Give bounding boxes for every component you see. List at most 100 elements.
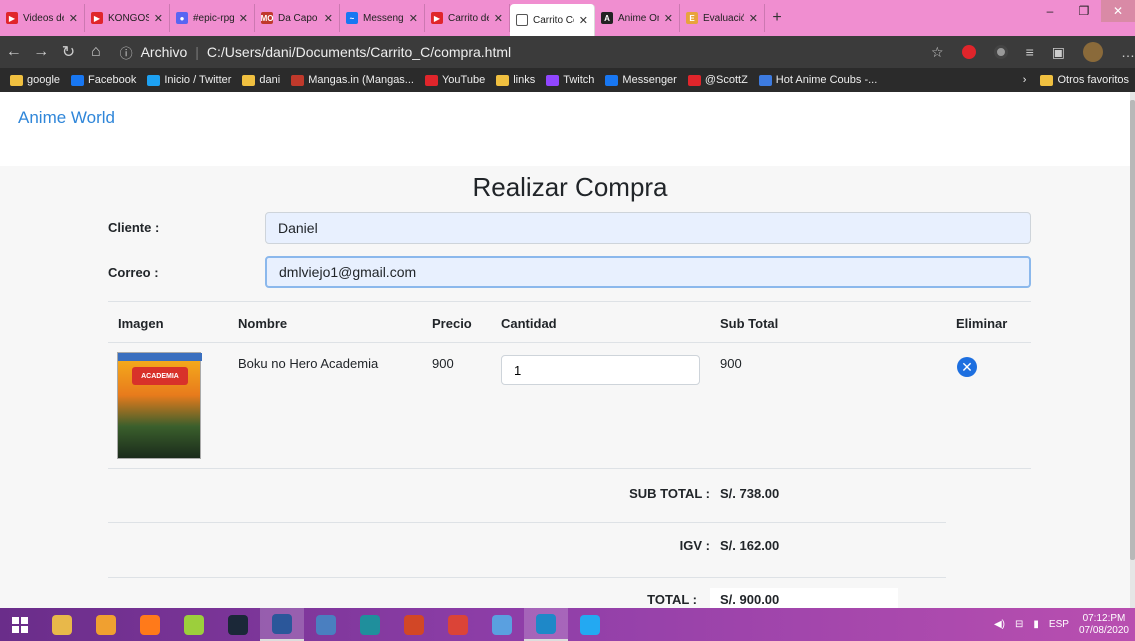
tab-close-icon[interactable]: ✕: [324, 12, 333, 25]
minimize-button[interactable]: –: [1033, 0, 1067, 22]
close-window-button[interactable]: ✕: [1101, 0, 1135, 22]
tab-close-icon[interactable]: ✕: [664, 12, 673, 25]
product-image: ACADEMIA: [117, 352, 202, 459]
rockstar-icon: [96, 614, 116, 635]
quantity-input[interactable]: 1: [501, 355, 700, 385]
bookmark-item[interactable]: links: [496, 74, 535, 86]
browser-tab[interactable]: ● #epic-rpg ✕: [170, 4, 255, 32]
tab-label: Evaluación: [703, 12, 744, 24]
browser-tab[interactable]: MO Da Capo Su ✕: [255, 4, 340, 32]
home-icon[interactable]: ⌂: [82, 43, 109, 61]
android-icon: [184, 614, 204, 635]
igv-value: S/. 162.00: [720, 538, 780, 553]
bookmark-label: Twitch: [563, 74, 595, 86]
browser-tab[interactable]: ~ Messenger ✕: [340, 4, 425, 32]
bookmark-favicon-icon: [687, 74, 701, 86]
tab-close-icon[interactable]: ✕: [409, 12, 418, 25]
tab-close-icon[interactable]: ✕: [239, 12, 248, 25]
taskbar-app-word[interactable]: [260, 608, 304, 641]
browser-tab[interactable]: A Anime Onlin ✕: [595, 4, 680, 32]
tab-strip: ▶ Videos del c ✕ ▶ KONGOS - C ✕ ● #epic-rpg ✕ MO D…: [0, 0, 1135, 36]
navbar-brand[interactable]: Anime World: [18, 108, 115, 128]
browser-tab[interactable]: ▶ Videos del c ✕: [0, 4, 85, 32]
taskbar-app-paint[interactable]: [480, 608, 524, 641]
notepad-icon: [316, 614, 336, 635]
tab-label: Carrito de C: [448, 12, 489, 24]
battery-icon[interactable]: ▮: [1033, 619, 1039, 630]
taskbar-app-firefox[interactable]: [128, 608, 172, 641]
client-input[interactable]: Daniel: [265, 212, 1031, 244]
taskbar-app-chrome[interactable]: [436, 608, 480, 641]
bookmark-item[interactable]: google: [10, 74, 60, 86]
taskbar-app-powerpoint[interactable]: [392, 608, 436, 641]
maximize-button[interactable]: ❐: [1067, 0, 1101, 22]
language-indicator[interactable]: ESP: [1049, 619, 1069, 630]
start-button[interactable]: [0, 608, 40, 641]
bookmark-item[interactable]: dani: [242, 74, 280, 86]
product-subtotal: 900: [720, 356, 742, 371]
chevron-right-icon[interactable]: ›: [1023, 74, 1027, 86]
bookmark-favicon-icon: [424, 74, 438, 86]
back-icon[interactable]: ←: [0, 43, 27, 61]
delete-icon[interactable]: ✕: [957, 357, 977, 377]
bookmark-item[interactable]: YouTube: [424, 74, 486, 86]
bookmark-item[interactable]: Inicio / Twitter: [147, 74, 231, 86]
browser-tab[interactable]: ▶ Carrito de C ✕: [425, 4, 510, 32]
extension-red-icon[interactable]: [961, 45, 976, 59]
volume-icon[interactable]: ◀): [994, 619, 1005, 630]
tab-close-icon[interactable]: ✕: [494, 12, 503, 25]
collections-icon[interactable]: ▣: [1052, 44, 1065, 61]
url-field[interactable]: ⓘ Archivo | C:/Users/dani/Documents/Carr…: [120, 39, 923, 65]
browser-tab[interactable]: Carrito Com ✕: [510, 4, 595, 36]
favorite-star-icon[interactable]: ☆: [931, 44, 944, 61]
forward-icon[interactable]: →: [27, 43, 54, 61]
bookmark-item[interactable]: Facebook: [71, 74, 136, 86]
extension-grey-icon[interactable]: [993, 45, 1008, 59]
bookmark-label: YouTube: [441, 74, 486, 86]
bookmark-favicon-icon: [291, 74, 305, 86]
tab-close-icon[interactable]: ✕: [579, 14, 588, 27]
taskbar-app-rockstar[interactable]: [84, 608, 128, 641]
refresh-icon[interactable]: ↻: [55, 42, 82, 62]
scrollbar-thumb[interactable]: [1130, 100, 1135, 560]
header-name: Nombre: [238, 316, 288, 331]
bookmark-item[interactable]: Hot Anime Coubs -...: [758, 74, 877, 86]
totals-divider-2: [108, 577, 946, 578]
tab-favicon-icon: ▶: [91, 12, 103, 24]
bookmark-other-favorites[interactable]: Otros favoritos: [1040, 74, 1129, 86]
bookmark-item[interactable]: Twitch: [546, 74, 594, 86]
taskbar-app-android[interactable]: [172, 608, 216, 641]
totals-divider-1: [108, 522, 946, 523]
new-tab-button[interactable]: +: [765, 4, 789, 32]
network-icon[interactable]: ⊟: [1015, 619, 1023, 630]
profile-avatar[interactable]: [1083, 42, 1103, 62]
tab-close-icon[interactable]: ✕: [69, 12, 78, 25]
taskbar-app-edge[interactable]: [524, 608, 568, 641]
cover-band: [118, 353, 202, 361]
product-price: 900: [432, 356, 454, 371]
taskbar-app-explorer[interactable]: [40, 608, 84, 641]
taskbar: [0, 608, 1135, 641]
bookmark-label: Mangas.in (Mangas...: [308, 74, 414, 86]
bookmark-item[interactable]: Messenger: [605, 74, 677, 86]
browser-tab[interactable]: ▶ KONGOS - C ✕: [85, 4, 170, 32]
favorites-icon[interactable]: ≡: [1026, 44, 1034, 60]
window-controls: – ❐ ✕: [1033, 0, 1135, 22]
clock[interactable]: 07:12:PM 07/08/2020: [1079, 613, 1129, 637]
taskbar-app-vscode[interactable]: [568, 608, 612, 641]
browser-tab[interactable]: E Evaluación ✕: [680, 4, 765, 32]
total-value: S/. 900.00: [720, 592, 780, 607]
tab-close-icon[interactable]: ✕: [154, 12, 163, 25]
tab-favicon-icon: ▶: [431, 12, 443, 24]
info-icon[interactable]: ⓘ: [120, 43, 133, 62]
tab-close-icon[interactable]: ✕: [749, 12, 758, 25]
more-menu-icon[interactable]: …: [1121, 44, 1135, 60]
bookmark-label: Facebook: [88, 74, 137, 86]
bookmark-item[interactable]: @ScottZ: [687, 74, 748, 86]
bookmark-item[interactable]: Mangas.in (Mangas...: [291, 74, 414, 86]
taskbar-app-notepad[interactable]: [304, 608, 348, 641]
taskbar-app-arduino[interactable]: [348, 608, 392, 641]
taskbar-app-steam[interactable]: [216, 608, 260, 641]
email-input[interactable]: dmlviejo1@gmail.com: [265, 256, 1031, 288]
igv-label: IGV :: [679, 538, 710, 553]
